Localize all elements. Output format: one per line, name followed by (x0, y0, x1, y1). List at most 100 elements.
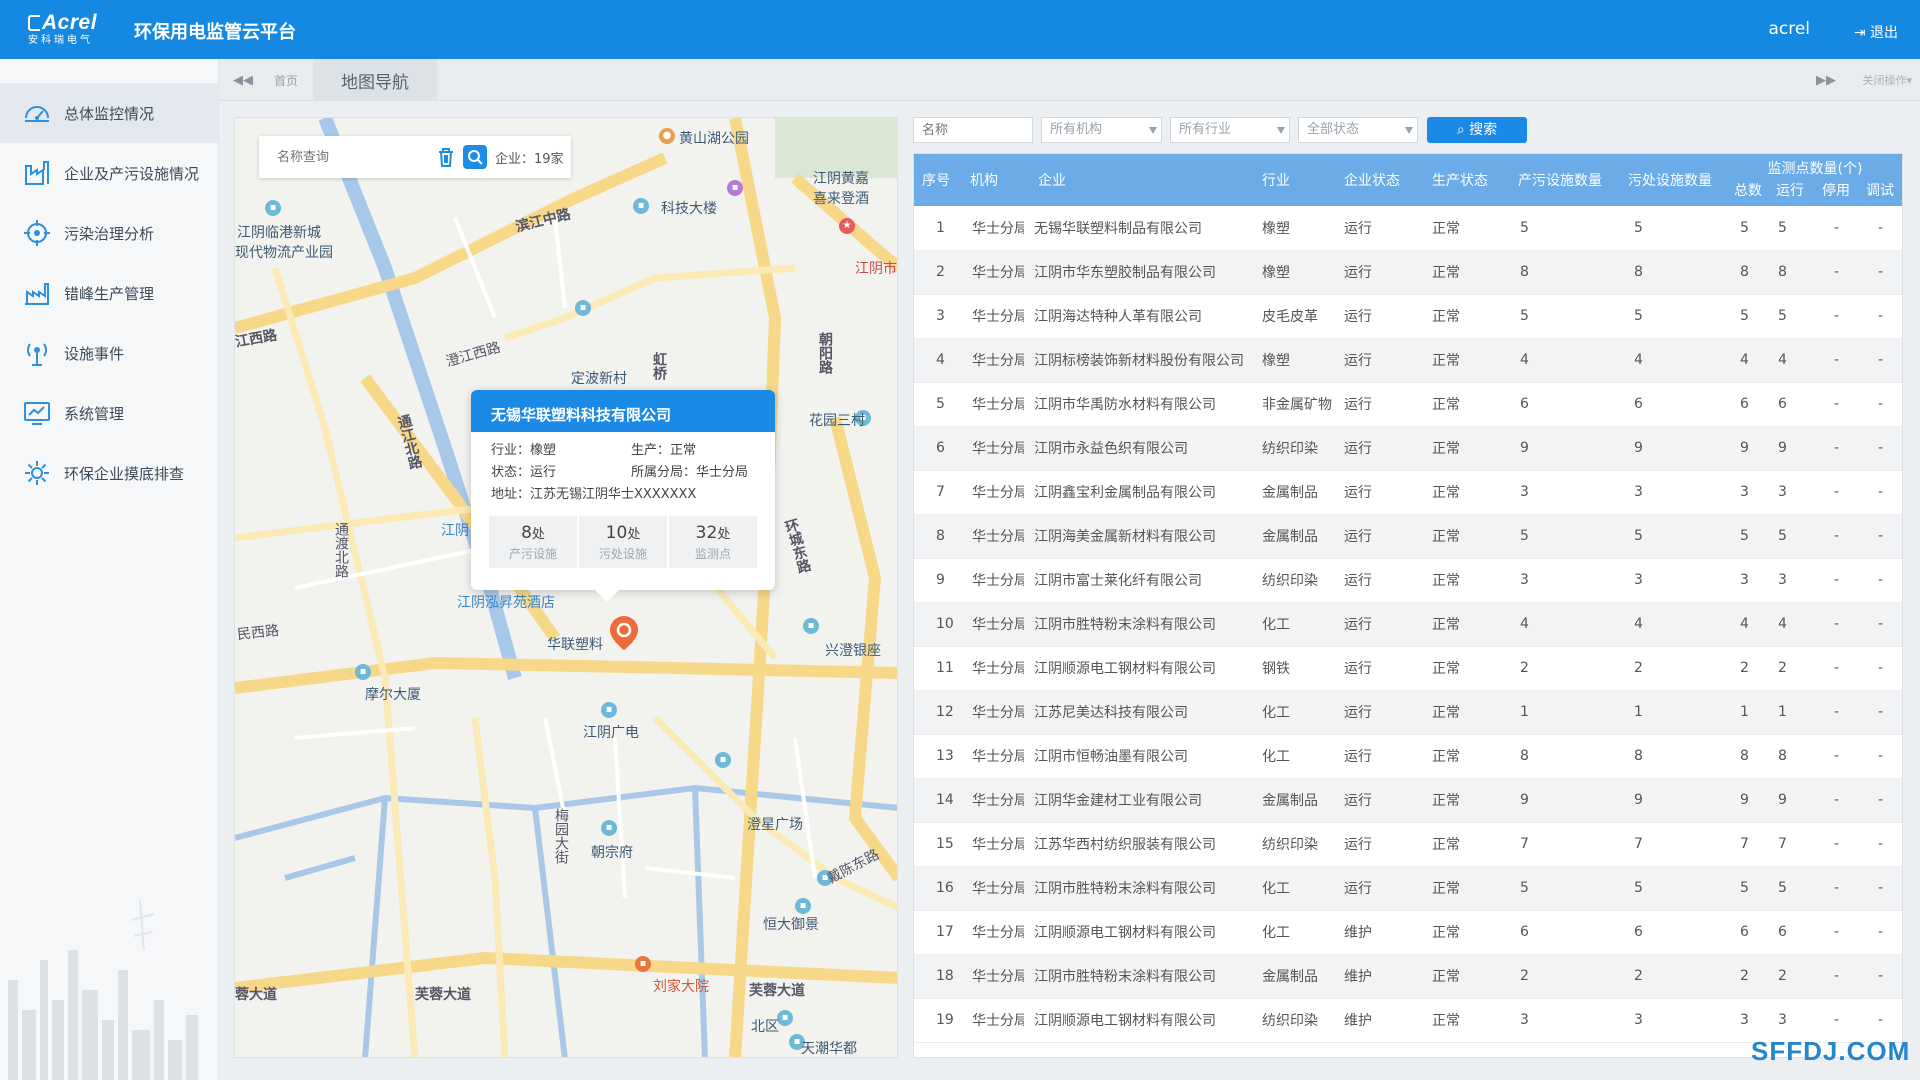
table-cell: 金属制品 (1262, 529, 1318, 545)
building-poi-icon: ▪ (777, 1010, 793, 1026)
table-cell: 3 (936, 308, 945, 324)
username-label[interactable]: acrel (1768, 19, 1810, 39)
search-icon[interactable] (463, 145, 487, 169)
table-cell: 正常 (1432, 749, 1460, 765)
stat-unit: 处 (531, 527, 545, 542)
table-cell: - (1878, 352, 1884, 368)
sidebar-item-enterprise-survey[interactable]: 环保企业摸底排查 (0, 443, 218, 503)
watermark-text: SFFDJ.COM (1751, 1036, 1911, 1066)
table-cell: 2 (936, 264, 945, 280)
table-row[interactable]: 9 华士分局 江阴市富士莱化纤有限公司 纺织印染 运行 正常 3 3 3 3 - - (914, 558, 1902, 602)
table-row[interactable]: 8 华士分局 江阴海美金属新材料有限公司 金属制品 运行 正常 5 5 5 5 - - (914, 514, 1902, 558)
table-cell: 江阴市胜特粉末涂料有限公司 (1034, 969, 1216, 985)
caret-down-icon (1277, 127, 1285, 134)
table-cell: 正常 (1432, 529, 1460, 545)
stat-unit: 处 (717, 527, 731, 542)
table-cell: - (1834, 484, 1840, 500)
table-row[interactable]: 6 华士分局 江阴市永益色织有限公司 纺织印染 运行 正常 9 9 9 9 - - (914, 426, 1902, 470)
table-cell: 3 (1634, 484, 1643, 500)
table-row[interactable]: 13 华士分局 江阴市恒畅油墨有限公司 化工 运行 正常 8 8 8 8 - - (914, 734, 1902, 778)
stat-pollution-facilities[interactable]: 8处 产污设施 (489, 516, 577, 568)
table-row[interactable]: 17 华士分局 江阴顺源电工钢材料有限公司 化工 维护 正常 6 6 6 6 - - (914, 910, 1902, 954)
stat-treatment-facilities[interactable]: 10处 污处设施 (579, 516, 667, 568)
table-row[interactable]: 2 华士分局 江阴市华东塑胶制品有限公司 橡塑 运行 正常 8 8 8 8 - - (914, 250, 1902, 294)
table-cell: 18 (936, 968, 954, 984)
org-select[interactable]: 所有机构 (1041, 117, 1162, 143)
trash-icon[interactable] (433, 144, 459, 170)
status-select-value: 全部状态 (1307, 122, 1360, 137)
table-row[interactable]: 14 华士分局 江阴华金建材工业有限公司 金属制品 运行 正常 9 9 9 9 - - (914, 778, 1902, 822)
table-cell: - (1834, 219, 1840, 236)
table-cell: 3 (1520, 1012, 1529, 1028)
popup-status: 状态：运行 (491, 465, 557, 480)
table-cell: 2 (1740, 968, 1749, 984)
map-panel[interactable]: ● ▪ ▪ ▪ ★ ▪ ▪ ▪ ▪ ▪ ▪ ▪ ▪ ▪ ▪ ▪ ▪ 黄山湖公园 … (234, 117, 898, 1058)
table-cell: 13 (936, 748, 954, 764)
table-cell: 5 (1634, 880, 1643, 896)
status-select[interactable]: 全部状态 (1298, 117, 1418, 143)
popup-stats: 8处 产污设施 10处 污处设施 32处 监测点 (489, 516, 757, 568)
sidebar-item-label: 企业及产污设施情况 (64, 164, 200, 183)
table-cell: 1 (1634, 704, 1643, 720)
table-row[interactable]: 12 华士分局 江苏尼美达科技有限公司 化工 运行 正常 1 1 1 1 - - (914, 690, 1902, 734)
sidebar-item-overall-monitoring[interactable]: 总体监控情况 (0, 83, 218, 143)
col-header-pollution-facilities: 产污设施数量 (1518, 173, 1602, 189)
tab-map-navigation[interactable]: 地图导航 (313, 59, 437, 101)
table-row[interactable]: 16 华士分局 江阴市胜特粉末涂料有限公司 化工 运行 正常 5 5 5 5 - - (914, 866, 1902, 910)
company-info-popup[interactable]: 无锡华联塑料科技有限公司 行业：橡塑 生产：正常 状态：运行 所属分局：华士分局 地… (471, 390, 775, 602)
logout-button[interactable]: ⇥ 退出 (1854, 22, 1898, 42)
table-row[interactable]: 18 华士分局 江阴市胜特粉末涂料有限公司 金属制品 维护 正常 2 2 2 2 - - (914, 954, 1902, 998)
table-cell: 江阴顺源电工钢材料有限公司 (1034, 1013, 1216, 1029)
sidebar-item-pollution-analysis[interactable]: 污染治理分析 (0, 203, 218, 263)
table-cell: 5 (1740, 528, 1749, 544)
table-row[interactable]: 7 华士分局 江阴鑫宝利金属制品有限公司 金属制品 运行 正常 3 3 3 3 - - (914, 470, 1902, 514)
table-cell: 运行 (1344, 309, 1372, 325)
table-cell: 华士分局 (972, 397, 1024, 413)
table-cell: 5 (1778, 219, 1787, 236)
table-row[interactable]: 1 华士分局 无锡华联塑料制品有限公司 橡塑 运行 正常 5 5 5 5 - - (914, 206, 1902, 250)
target-icon (24, 220, 50, 246)
broadcast-icon (27, 343, 47, 366)
sidebar-item-system-management[interactable]: 系统管理 (0, 383, 218, 443)
scroll-tabs-left-button[interactable]: ◀◀ (233, 59, 253, 101)
sidebar-item-peak-shifting[interactable]: 错峰生产管理 (0, 263, 218, 323)
hotel-poi-icon: ▪ (727, 180, 743, 196)
table-cell: - (1834, 528, 1840, 544)
table-cell: 纺织印染 (1262, 441, 1318, 457)
map-label: 华联塑料 (547, 637, 603, 653)
map-location-pin-icon[interactable] (607, 614, 641, 652)
park-poi-icon: ● (659, 128, 675, 144)
map-label: 兴澄银座 (825, 643, 881, 659)
table-cell: 江阴市华东塑胶制品有限公司 (1034, 265, 1216, 281)
tab-home[interactable]: 首页 (261, 59, 311, 101)
table-row[interactable]: 3 华士分局 江阴海达特种人革有限公司 皮毛皮革 运行 正常 5 5 5 5 - - (914, 294, 1902, 338)
industry-select[interactable]: 所有行业 (1170, 117, 1290, 143)
map-search-input[interactable] (265, 142, 425, 172)
table-cell: 2 (1778, 968, 1787, 984)
table-row[interactable]: 4 华士分局 江阴标榜装饰新材料股份有限公司 橡塑 运行 正常 4 4 4 4 - - (914, 338, 1902, 382)
sidebar-item-facility-events[interactable]: 设施事件 (0, 323, 218, 383)
table-cell: 5 (1778, 308, 1787, 324)
table-cell: 无锡华联塑料制品有限公司 (1034, 220, 1202, 237)
table-row[interactable]: 11 华士分局 江阴顺源电工钢材料有限公司 钢铁 运行 正常 2 2 2 2 - - (914, 646, 1902, 690)
table-cell: 7 (1634, 836, 1643, 852)
table-cell: 9 (1520, 440, 1529, 456)
table-cell: - (1834, 748, 1840, 764)
stat-monitoring-points[interactable]: 32处 监测点 (669, 516, 757, 568)
table-row[interactable]: 15 华士分局 江苏华西村纺织服装有限公司 纺织印染 运行 正常 7 7 7 7 - - (914, 822, 1902, 866)
close-operations-dropdown[interactable]: 关闭操作 ▾ (1862, 59, 1912, 101)
search-button[interactable]: ⌕ 搜索 (1427, 117, 1527, 143)
table-cell: - (1834, 352, 1840, 368)
popup-industry: 行业：橡塑 (491, 443, 557, 458)
stat-value: 8 (521, 523, 532, 543)
scroll-tabs-right-button[interactable]: ▶▶ (1816, 59, 1836, 101)
name-filter-input[interactable] (913, 117, 1033, 143)
sidebar-item-enterprise-facilities[interactable]: 企业及产污设施情况 (0, 143, 218, 203)
table-row[interactable]: 5 华士分局 江阴市华禹防水材料有限公司 非金属矿物 运行 正常 6 6 6 6 - - (914, 382, 1902, 426)
table-cell: 6 (1778, 924, 1787, 940)
table-cell: 6 (1740, 924, 1749, 940)
table-cell: 维护 (1344, 1013, 1372, 1029)
table-row[interactable]: 10 华士分局 江阴市胜特粉末涂料有限公司 化工 运行 正常 4 4 4 4 - - (914, 602, 1902, 646)
table-cell: - (1834, 792, 1840, 808)
table-cell: 6 (1778, 396, 1787, 412)
